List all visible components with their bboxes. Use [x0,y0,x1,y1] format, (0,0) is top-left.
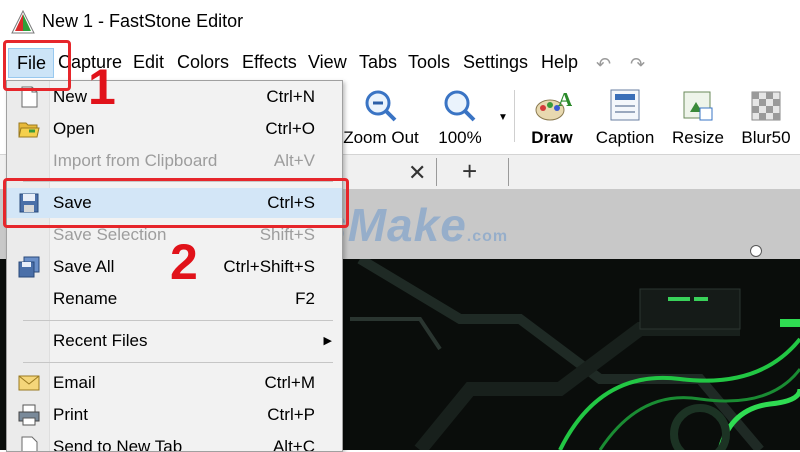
zoom-100-label: 100% [438,128,482,147]
zoom-out-label: Zoom Out [343,128,419,147]
menu-item-shortcut: Ctrl+O [265,119,315,138]
menu-effects[interactable]: Effects [242,52,297,73]
menu-item-shortcut: Ctrl+N [266,87,315,106]
menu-help[interactable]: Help [541,52,578,73]
menu-item-label: Rename [53,289,118,308]
menu-item-shortcut: Ctrl+Shift+S [223,257,315,276]
menu-view[interactable]: View [308,52,347,73]
menu-item-recent-files[interactable]: Recent Files ▶ [7,326,342,356]
menu-item-label: Email [53,373,96,392]
menu-settings[interactable]: Settings [463,52,528,73]
faststone-logo-icon [11,9,35,34]
title-bar: New 1 - FastStone Editor [0,0,800,44]
window-title: New 1 - FastStone Editor [42,11,244,31]
menu-bar: File Capture Edit Colors Effects View Ta… [0,44,800,80]
toolbar-separator [514,90,515,142]
svg-text:A: A [558,89,572,111]
resize-icon [683,91,713,121]
redo-icon[interactable]: ↷ [630,54,645,75]
add-tab-icon[interactable]: + [462,156,477,187]
zoom-out-button[interactable]: Zoom Out [338,80,424,154]
caption-icon [610,89,640,121]
menu-edit[interactable]: Edit [133,52,164,73]
zoom-out-icon [365,90,397,122]
save-all-icon [18,256,40,278]
watermark-suffix: .com [466,228,509,245]
undo-icon[interactable]: ↶ [596,54,611,75]
menu-tools[interactable]: Tools [408,52,450,73]
resize-handle[interactable] [750,245,762,257]
menu-item-shortcut: Alt+C [272,437,315,451]
open-folder-icon [18,122,40,138]
tab-divider [436,158,437,186]
new-tab-icon [21,436,38,451]
save-highlight-box [3,178,349,228]
menu-item-import-clipboard[interactable]: Import from Clipboard Alt+V [7,146,342,176]
menu-item-shortcut: Ctrl+M [264,373,315,392]
zoom-100-icon [444,90,476,122]
menu-item-label: Print [53,405,88,424]
menu-separator [23,362,333,363]
close-tab-icon[interactable]: ✕ [408,160,426,186]
email-icon [18,375,40,391]
blur-checker-icon [751,91,781,121]
menu-item-send-to-new-tab[interactable]: Send to New Tab Alt+C [7,432,342,451]
menu-separator [23,320,333,321]
file-menu-highlight-box [3,40,71,91]
menu-item-label: Save All [53,257,115,276]
caption-label: Caption [595,128,655,147]
resize-label: Resize [672,128,724,147]
menu-item-email[interactable]: Email Ctrl+M [7,368,342,398]
resize-button[interactable]: Resize [668,80,728,154]
draw-label: Draw [531,128,573,147]
blur-label: Blur50 [741,128,791,147]
zoom-100-button[interactable]: 100% [432,80,488,154]
printer-icon [18,404,40,426]
caption-button[interactable]: Caption [590,80,660,154]
menu-item-label: Send to New Tab [53,437,183,451]
menu-item-print[interactable]: Print Ctrl+P [7,400,342,430]
menu-item-shortcut: Shift+S [259,225,315,244]
menu-item-shortcut: Ctrl+P [267,405,315,424]
menu-item-open[interactable]: Open Ctrl+O [7,114,342,144]
blur-button[interactable]: Blur50 [736,80,796,154]
menu-item-shortcut: Alt+V [273,151,315,170]
palette-icon: A [535,89,572,121]
menu-item-shortcut: F2 [295,289,315,308]
menu-item-label: Open [53,119,95,138]
menu-colors[interactable]: Colors [177,52,229,73]
chevron-down-icon[interactable]: ▼ [498,112,508,123]
menu-item-label: Recent Files [53,331,148,350]
menu-item-label: Save Selection [53,225,167,244]
menu-item-label: Import from Clipboard [53,151,218,170]
draw-button[interactable]: A Draw [522,80,582,154]
submenu-arrow-icon: ▶ [323,335,332,347]
tab-divider [508,158,509,186]
step-1-number: 1 [88,59,116,115]
step-2-number: 2 [170,234,198,290]
menu-tabs[interactable]: Tabs [359,52,397,73]
